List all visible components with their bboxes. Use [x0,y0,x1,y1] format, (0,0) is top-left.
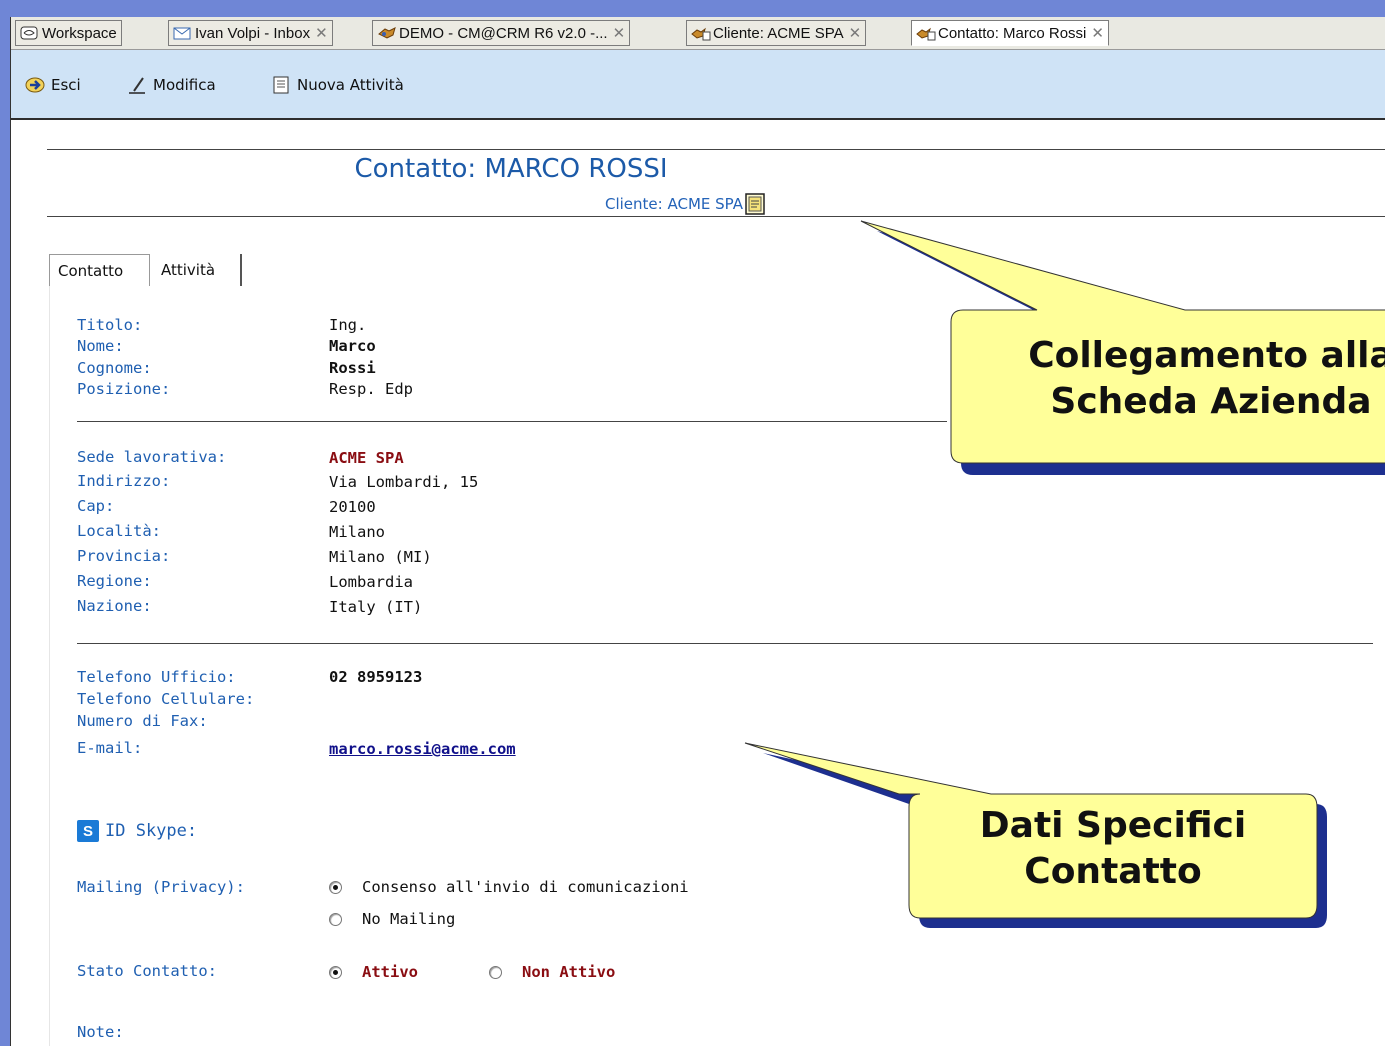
callout-contact-line1: Dati Specifici [979,805,1247,846]
callout-company-line1: Collegamento alla [1028,335,1385,376]
callout-company-line2: Scheda Azienda [1050,381,1372,422]
app-window: Workspace Ivan Volpi - Inbox ✕ DEMO - CM… [10,17,1385,1046]
callout-contact-line2: Contatto [1024,851,1202,892]
